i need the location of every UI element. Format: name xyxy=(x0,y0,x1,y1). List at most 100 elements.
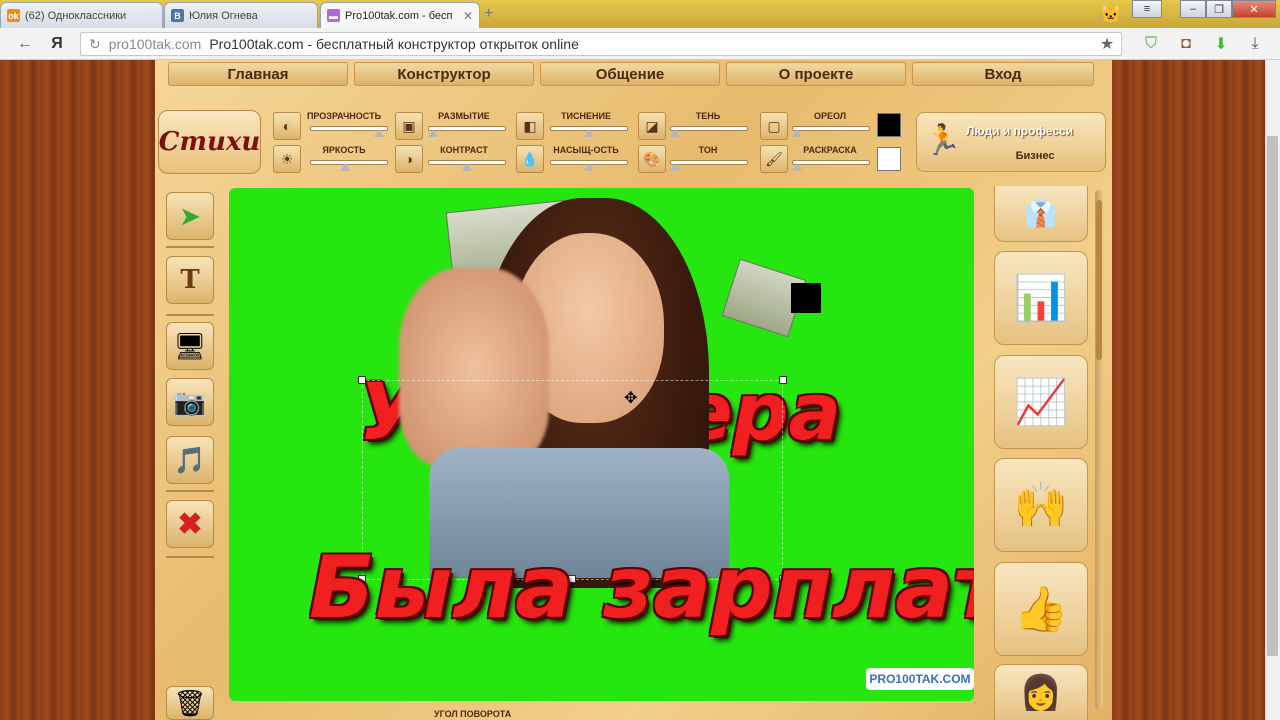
move-cursor-icon: ✥ xyxy=(624,390,638,407)
thumb-bar-chart[interactable]: 📊 xyxy=(994,251,1088,345)
resize-handle[interactable] xyxy=(779,376,787,384)
tab-odnoklassniki[interactable]: ok (62) Одноклассники xyxy=(0,2,163,28)
nav-home[interactable]: Главная xyxy=(168,62,348,86)
stihi-button[interactable]: Стихи xyxy=(158,110,261,174)
category-title: Люди и професси xyxy=(966,124,1074,138)
saturation-slider-thumb[interactable] xyxy=(584,163,594,171)
tone-icon[interactable]: 🎨 xyxy=(638,145,666,173)
colorize-brush-icon[interactable]: 🖌 xyxy=(760,145,788,173)
shadow-label: ТЕНЬ xyxy=(695,111,721,121)
reload-icon[interactable]: ↻ xyxy=(89,36,101,53)
halo-label: ОРЕОЛ xyxy=(813,111,847,121)
halo-slider[interactable] xyxy=(792,126,870,131)
blur-icon[interactable]: ▣ xyxy=(395,112,423,140)
card-text-line-2[interactable]: Была зарплата! xyxy=(309,538,974,638)
opacity-slider-thumb[interactable] xyxy=(374,129,384,137)
wood-background-right xyxy=(1112,60,1267,720)
shadow-icon[interactable]: ◪ xyxy=(638,112,666,140)
emboss-label: ТИСНЕНИЕ xyxy=(561,111,611,121)
bookmark-star-icon[interactable]: ★ xyxy=(1096,33,1118,55)
bottom-controls: УГОЛ ПОВОРОТА xyxy=(229,705,974,720)
wood-background-left xyxy=(0,60,155,720)
shadow-slider[interactable] xyxy=(670,126,748,131)
blur-slider[interactable] xyxy=(428,126,506,131)
url-domain: pro100tak.com xyxy=(108,36,202,52)
maximize-icon[interactable]: ❐ xyxy=(1206,0,1232,18)
cat-avatar-icon: 🐱 xyxy=(1099,4,1123,24)
shield-icon[interactable]: ⛉ xyxy=(1140,33,1162,55)
tab-label: (62) Одноклассники xyxy=(25,9,127,22)
download-ext-icon[interactable]: ⬇ xyxy=(1210,33,1232,55)
rotate-angle-label: УГОЛ ПОВОРОТА xyxy=(434,709,512,719)
thumb-thumbs-up-woman[interactable]: 👍 xyxy=(994,562,1088,656)
tool-divider xyxy=(166,246,214,248)
trash-icon[interactable]: 🗑 xyxy=(166,686,214,720)
contrast-label: КОНТРАСТ xyxy=(440,145,488,155)
saturation-icon[interactable]: 💧 xyxy=(516,145,544,173)
colorize-label: РАСКРАСКА xyxy=(803,145,857,155)
tone-label: ТОН xyxy=(698,145,718,155)
thumbs-scrollbar-thumb[interactable] xyxy=(1096,200,1102,360)
shadow-slider-thumb[interactable] xyxy=(670,129,680,137)
nav-about[interactable]: О проекте xyxy=(726,62,906,86)
emboss-icon[interactable]: ◧ xyxy=(516,112,544,140)
tone-slider[interactable] xyxy=(670,160,748,165)
opacity-label: ПРОЗРАЧНОСТЬ xyxy=(306,111,382,121)
thumb-woman[interactable]: 👩 xyxy=(994,664,1088,720)
thumb-businessman-arm[interactable]: 👔 xyxy=(994,186,1088,242)
brightness-icon[interactable]: ☀ xyxy=(273,145,301,173)
back-icon[interactable]: ← xyxy=(14,33,36,55)
contrast-slider-thumb[interactable] xyxy=(462,163,472,171)
address-bar[interactable]: ↻ pro100tak.com Pro100tak.com - бесплатн… xyxy=(80,32,1122,56)
blur-label: РАЗМЫТИЕ xyxy=(438,111,490,121)
card-canvas[interactable]: Уже вчера ✥ Была зарплата! xyxy=(229,188,974,701)
thumb-happy-laptop-woman[interactable]: 🙌 xyxy=(994,458,1088,552)
saturation-label: НАСЫЩ-ОСТЬ xyxy=(553,145,619,155)
downloads-icon[interactable]: ⤓ xyxy=(1244,33,1266,55)
brightness-slider-thumb[interactable] xyxy=(340,163,350,171)
blur-slider-thumb[interactable] xyxy=(428,129,438,137)
tool-divider xyxy=(166,490,214,492)
tool-divider xyxy=(166,314,214,316)
vk-icon: В xyxy=(171,9,184,22)
nav-login[interactable]: Вход xyxy=(912,62,1094,86)
halo-icon[interactable]: ▢ xyxy=(760,112,788,140)
yandex-icon[interactable]: Я xyxy=(46,33,68,55)
nav-communication[interactable]: Общение xyxy=(540,62,720,86)
menu-icon[interactable]: ≡ xyxy=(1132,0,1162,18)
contrast-icon[interactable]: ◑ xyxy=(395,145,423,173)
halo-color-swatch[interactable] xyxy=(877,113,901,137)
black-square-marker xyxy=(791,283,821,313)
tab-pro100tak[interactable]: ▬ Pro100tak.com - бесп ✕ xyxy=(320,2,480,28)
site-icon: ▬ xyxy=(327,9,340,22)
thumb-growth-chart[interactable]: 📈 xyxy=(994,355,1088,449)
minimize-icon[interactable]: – xyxy=(1180,0,1206,18)
music-disc-icon[interactable]: 🎵 xyxy=(166,436,214,484)
colorize-color-swatch[interactable] xyxy=(877,147,901,171)
page-scrollbar-thumb[interactable] xyxy=(1267,136,1278,656)
window-close-icon[interactable]: ✕ xyxy=(1232,0,1276,18)
emboss-slider-thumb[interactable] xyxy=(584,129,594,137)
new-tab-icon[interactable]: + xyxy=(484,6,502,22)
tab-label: Юлия Огнева xyxy=(189,9,258,22)
webcam-icon[interactable]: 📷 xyxy=(166,378,214,426)
resize-handle[interactable] xyxy=(358,376,366,384)
category-subtitle: Бизнес xyxy=(1015,150,1055,162)
opacity-icon[interactable]: ◐ xyxy=(273,112,301,140)
halo-slider-thumb[interactable] xyxy=(792,129,802,137)
select-tool-arrow-icon[interactable]: ➤ xyxy=(166,192,214,240)
monitor-icon[interactable]: 🖥 xyxy=(166,322,214,370)
nav-constructor[interactable]: Конструктор xyxy=(354,62,534,86)
instagram-icon[interactable]: ◘ xyxy=(1175,33,1197,55)
stihi-logo: Стихи xyxy=(158,127,261,157)
tab-vk[interactable]: В Юлия Огнева xyxy=(164,2,318,28)
businessman-icon: 🏃 xyxy=(924,124,962,157)
colorize-slider-thumb[interactable] xyxy=(792,163,802,171)
tone-slider-thumb[interactable] xyxy=(670,163,680,171)
close-tab-icon[interactable]: ✕ xyxy=(463,9,473,23)
delete-x-icon[interactable]: ✖ xyxy=(166,500,214,548)
site-watermark: PRO100TAK.COM xyxy=(866,668,974,690)
text-tool-icon[interactable]: T xyxy=(166,256,214,304)
tab-label: Pro100tak.com - бесп xyxy=(345,9,453,22)
colorize-slider[interactable] xyxy=(792,160,870,165)
